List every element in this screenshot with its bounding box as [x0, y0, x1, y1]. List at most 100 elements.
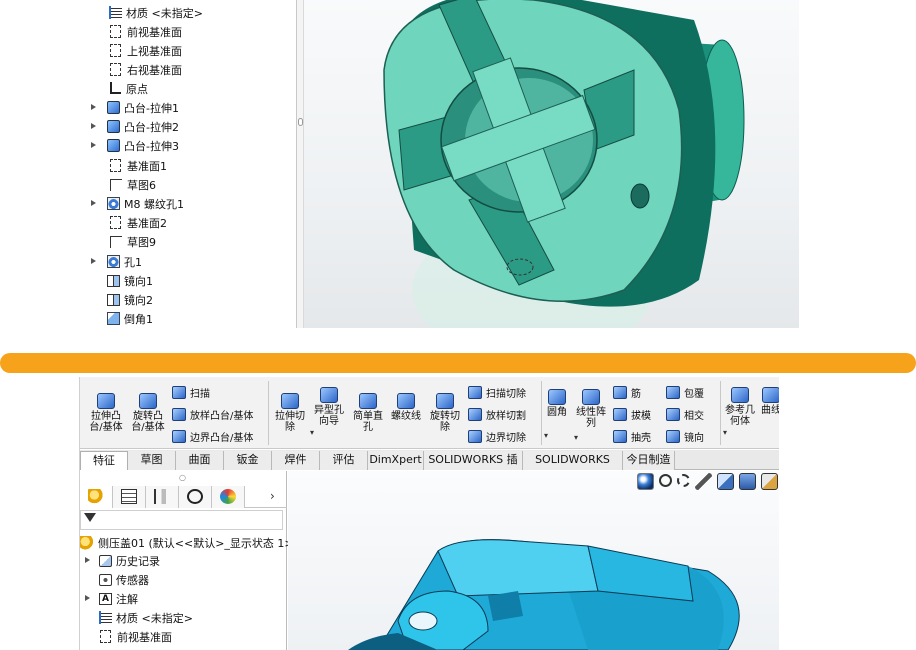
linear-pattern-button[interactable]: 线性阵 列 ▾ — [574, 389, 608, 442]
tree-item-part-root[interactable]: 侧压盖01 (默认<<默认>_显示状态 1>) — [80, 533, 298, 552]
tree-item-label: 传感器 — [116, 573, 149, 587]
tree-item-front-plane[interactable]: 前视基准面 — [108, 22, 182, 41]
tree-item-history[interactable]: 历史记录 — [98, 551, 160, 570]
filter-icon[interactable] — [84, 513, 96, 522]
panel-splitter[interactable] — [296, 0, 304, 328]
tree-item-mirror1[interactable]: 镜向1 — [106, 271, 153, 290]
boundary-boss-button[interactable]: 边界凸台/基体 — [172, 429, 253, 444]
tab-evaluate[interactable]: 评估 — [320, 451, 368, 470]
tree-item-label: M8 螺纹孔1 — [124, 197, 184, 211]
tree-item-plane2[interactable]: 基准面2 — [108, 213, 167, 232]
feature-manager-panel: ○ › 侧压盖01 (默认<<默认>_显示状态 1>) 历史记录 传感器 A 注… — [80, 471, 298, 650]
revolve-cut-button[interactable]: 旋转切 除 — [427, 393, 463, 433]
mirror-button[interactable]: 镜向 — [666, 429, 704, 444]
tool-label: 放样凸台/基体 — [190, 411, 254, 422]
shell-button[interactable]: 抽壳 — [613, 429, 651, 444]
tab-solidworks-addins[interactable]: SOLIDWORKS 插件 — [424, 451, 523, 484]
graphics-viewport[interactable] — [288, 471, 779, 650]
tool-label: 边界凸台/基体 — [190, 433, 254, 444]
tab-features[interactable]: 特征 — [80, 451, 128, 470]
tree-item-label: 凸台-拉伸2 — [124, 120, 179, 134]
sensor-icon — [99, 574, 112, 586]
extrude-boss-button[interactable]: 拉伸凸 台/基体 — [86, 393, 126, 433]
tree-item-hole1[interactable]: 孔1 — [106, 252, 142, 271]
sweep-button[interactable]: 扫描 — [172, 385, 210, 400]
tree-item-sketch9[interactable]: 草图9 — [108, 232, 156, 251]
intersect-button[interactable]: 相交 — [666, 407, 704, 422]
graphics-viewport-top[interactable] — [304, 0, 799, 328]
tree-item-origin[interactable]: 原点 — [108, 79, 148, 98]
tree-item-sketch6[interactable]: 草图6 — [108, 175, 156, 194]
tab-sheet-metal[interactable]: 钣金 — [224, 451, 272, 470]
ribbon-separator — [268, 381, 269, 445]
simple-hole-button[interactable]: 简单直 孔 — [350, 393, 386, 433]
tree-item-material[interactable]: 材质 <未指定> — [98, 608, 193, 627]
tree-item-plane1[interactable]: 基准面1 — [108, 156, 167, 175]
dropdown-arrow-icon[interactable]: ▾ — [574, 432, 578, 443]
chevron-right-icon[interactable]: › — [270, 489, 275, 503]
hole-wizard-button[interactable]: 异型孔 向导 ▾ — [310, 387, 348, 437]
reference-geometry-button[interactable]: 参考几 何体 ▾ — [723, 387, 757, 437]
boundary-cut-button[interactable]: 边界切除 — [468, 429, 526, 444]
tab-dimxpert-manager[interactable] — [179, 486, 212, 508]
extrude-cut-button[interactable]: 拉伸切 除 — [272, 393, 308, 433]
tree-item-right-plane[interactable]: 右视基准面 — [108, 60, 182, 79]
tool-label: 螺纹线 — [391, 411, 421, 422]
sketch-icon — [110, 236, 122, 248]
panel-grip-icon[interactable]: ○ — [179, 473, 186, 482]
expand-arrow-icon[interactable] — [91, 123, 96, 129]
tree-item-sensors[interactable]: 传感器 — [98, 570, 149, 589]
tree-item-front-plane[interactable]: 前视基准面 — [98, 627, 172, 646]
tab-today-manufacturing[interactable]: 今日制造 — [623, 451, 675, 470]
swept-cut-button[interactable]: 扫描切除 — [468, 385, 526, 400]
tree-item-extrude2[interactable]: 凸台-拉伸2 — [106, 117, 179, 136]
fillet-button[interactable]: 圆角 ▾ — [544, 389, 570, 440]
tree-filter-bar[interactable] — [80, 510, 283, 530]
dropdown-arrow-icon[interactable]: ▾ — [544, 430, 548, 441]
lofted-cut-button[interactable]: 放样切割 — [468, 407, 526, 422]
tab-sketch[interactable]: 草图 — [128, 451, 176, 470]
tree-item-top-plane[interactable]: 上视基准面 — [108, 41, 182, 60]
part-icon — [80, 535, 95, 550]
tree-item-mirror2[interactable]: 镜向2 — [106, 290, 153, 309]
draft-button[interactable]: 拔模 — [613, 407, 651, 422]
splitter-grip-icon[interactable] — [298, 118, 303, 126]
expand-arrow-icon[interactable] — [91, 104, 96, 110]
tab-feature-manager[interactable] — [80, 486, 113, 508]
tool-label: 抽壳 — [631, 433, 651, 444]
material-icon — [99, 611, 112, 624]
command-manager-ribbon: 拉伸凸 台/基体 旋转凸 台/基体 扫描 放样凸台/基体 边界凸台/基体 拉伸切… — [80, 377, 779, 449]
revolve-boss-button[interactable]: 旋转凸 台/基体 — [128, 393, 168, 433]
thread-button[interactable]: 螺纹线 — [388, 393, 424, 422]
expand-arrow-icon[interactable] — [91, 258, 96, 264]
tab-display-manager[interactable] — [212, 486, 245, 508]
loft-boss-button[interactable]: 放样凸台/基体 — [172, 407, 253, 422]
expand-arrow-icon[interactable] — [85, 557, 90, 563]
tab-surfaces[interactable]: 曲面 — [176, 451, 224, 470]
tree-item-material[interactable]: 材质 <未指定> — [108, 3, 203, 22]
tab-property-manager[interactable] — [113, 486, 146, 508]
rib-button[interactable]: 筋 — [613, 385, 641, 400]
tab-configuration-manager[interactable] — [146, 486, 179, 508]
dropdown-arrow-icon[interactable]: ▾ — [310, 427, 314, 438]
expand-arrow-icon[interactable] — [91, 200, 96, 206]
tab-dimxpert[interactable]: DimXpert — [368, 451, 424, 470]
history-icon — [99, 555, 112, 567]
expand-arrow-icon[interactable] — [85, 595, 90, 601]
tab-solidworks-mbd[interactable]: SOLIDWORKS MBD — [523, 451, 623, 484]
tree-item-chamfer1[interactable]: 倒角1 — [106, 309, 153, 328]
hole-wizard-icon — [320, 387, 338, 403]
model-teal-coupling — [383, 0, 745, 328]
wrap-button[interactable]: 包覆 — [666, 385, 704, 400]
extrude-cut-icon — [281, 393, 299, 409]
thread-icon — [397, 393, 415, 409]
tree-item-m8-hole[interactable]: M8 螺纹孔1 — [106, 194, 184, 213]
tree-item-annotations[interactable]: A 注解 — [98, 589, 138, 608]
tree-item-extrude3[interactable]: 凸台-拉伸3 — [106, 136, 179, 155]
curves-button[interactable]: 曲线 ▾ — [760, 387, 779, 416]
dropdown-arrow-icon[interactable]: ▾ — [723, 427, 727, 438]
expand-arrow-icon[interactable] — [91, 142, 96, 148]
tool-label: 拔模 — [631, 411, 651, 422]
tab-weldments[interactable]: 焊件 — [272, 451, 320, 470]
tree-item-extrude1[interactable]: 凸台-拉伸1 — [106, 98, 179, 117]
